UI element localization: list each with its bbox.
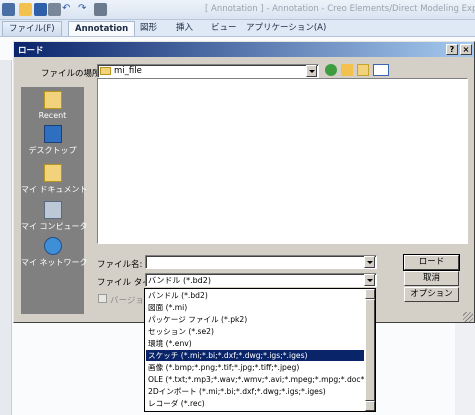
filename-label: ファイル名: [97, 260, 143, 270]
filetype-combobox[interactable]: バンドル (*.bd2) [145, 273, 377, 287]
back-icon[interactable] [325, 64, 337, 76]
filetype-option-package[interactable]: パッケージ ファイル (*.pk2) [146, 314, 364, 325]
load-dialog: ロード ? × ファイルの場所: mi_file Recent デスクトップ マ… [13, 41, 475, 323]
cancel-button[interactable]: 取消 [404, 271, 459, 286]
options-button[interactable]: オプション [404, 287, 459, 302]
my-network-icon [44, 237, 62, 255]
view-menu-icon[interactable] [373, 64, 389, 76]
location-value: mi_file [114, 66, 142, 76]
filename-combobox[interactable] [145, 255, 377, 269]
location-label: ファイルの場所: [41, 69, 104, 79]
customize-icon[interactable] [94, 3, 107, 16]
new-folder-icon[interactable] [357, 64, 369, 76]
tab-application[interactable]: アプリケーション(A) [240, 21, 332, 36]
dialog-title: ロード [18, 46, 44, 56]
filetype-option-drawing[interactable]: 図面 (*.mi) [146, 302, 364, 313]
chevron-down-icon[interactable] [306, 65, 317, 77]
my-computer-icon [44, 201, 62, 219]
my-documents-icon [44, 164, 62, 182]
filetype-option-sketch[interactable]: スケッチ (*.mi;*.bi;*.dxf;*.dwg;*.igs;*.iges… [146, 350, 364, 361]
print-icon[interactable] [48, 3, 61, 16]
left-toolbar [0, 60, 12, 415]
scroll-up-button[interactable] [365, 289, 375, 299]
app-logo-icon[interactable] [2, 3, 15, 16]
filetype-value: バンドル (*.bd2) [148, 276, 211, 285]
ribbon-tab-bar: ファイル(F) Annotation 図形 挿入 ビュー アプリケーション(A) [0, 20, 475, 37]
recent-folder-icon [44, 91, 62, 109]
open-folder-icon[interactable] [19, 3, 32, 16]
filetype-option-environment[interactable]: 環境 (*.env) [146, 338, 364, 349]
filetype-dropdown-list[interactable]: バンドル (*.bd2) 図面 (*.mi) パッケージ ファイル (*.pk2… [144, 288, 376, 412]
filetype-option-recorder[interactable]: レコーダ (*.rec) [146, 398, 364, 409]
location-combobox[interactable]: mi_file [97, 64, 319, 78]
filetype-option-bundle[interactable]: バンドル (*.bd2) [146, 290, 364, 301]
tab-file[interactable]: ファイル(F) [2, 21, 62, 36]
help-button[interactable]: ? [446, 44, 458, 55]
undo-icon[interactable]: ↶ [62, 3, 75, 16]
place-my-network[interactable]: マイ ネットワーク [21, 235, 88, 279]
close-button[interactable]: × [460, 44, 472, 55]
app-titlebar: ↶ ↷ [ Annotation ] - Annotation - Creo E… [0, 0, 475, 20]
tab-shape[interactable]: 図形 [134, 21, 163, 36]
places-bar: Recent デスクトップ マイ ドキュメント マイ コンピュータ マイ ネット… [21, 87, 88, 314]
resize-grip[interactable] [463, 312, 473, 322]
folder-icon [100, 67, 111, 75]
redo-icon[interactable]: ↷ [78, 3, 91, 16]
filetype-option-2d-import[interactable]: 2Dインポート (*.mi;*.bi;*.dxf;*.dwg;*.igs;*.i… [146, 386, 364, 397]
dropdown-scrollbar[interactable] [365, 289, 375, 411]
app-title: [ Annotation ] - Annotation - Creo Eleme… [205, 4, 475, 14]
filetype-option-session[interactable]: セッション (*.se2) [146, 326, 364, 337]
load-button[interactable]: ロード [403, 254, 460, 271]
chevron-down-icon[interactable] [364, 274, 375, 286]
desktop-icon [44, 125, 62, 143]
readonly-checkbox[interactable] [98, 294, 107, 303]
file-list[interactable] [97, 78, 468, 244]
place-desktop[interactable]: デスクトップ [21, 123, 84, 167]
scroll-down-button[interactable] [365, 401, 375, 411]
filetype-option-image[interactable]: 画像 (*.bmp;*.png;*.tif;*.jpg;*.tiff;*.jpe… [146, 362, 364, 373]
scroll-thumb[interactable] [365, 299, 375, 401]
tab-insert[interactable]: 挿入 [170, 21, 199, 36]
tab-annotation[interactable]: Annotation [68, 21, 136, 36]
tab-view[interactable]: ビュー [205, 21, 243, 36]
up-folder-icon[interactable] [341, 64, 353, 76]
chevron-down-icon[interactable] [364, 256, 375, 268]
filetype-option-ole[interactable]: OLE (*.txt;*.mp3;*.wav;*.wmv;*.avi;*.mpe… [146, 374, 364, 385]
save-icon[interactable] [34, 3, 47, 16]
dialog-titlebar[interactable]: ロード ? × [14, 42, 474, 57]
